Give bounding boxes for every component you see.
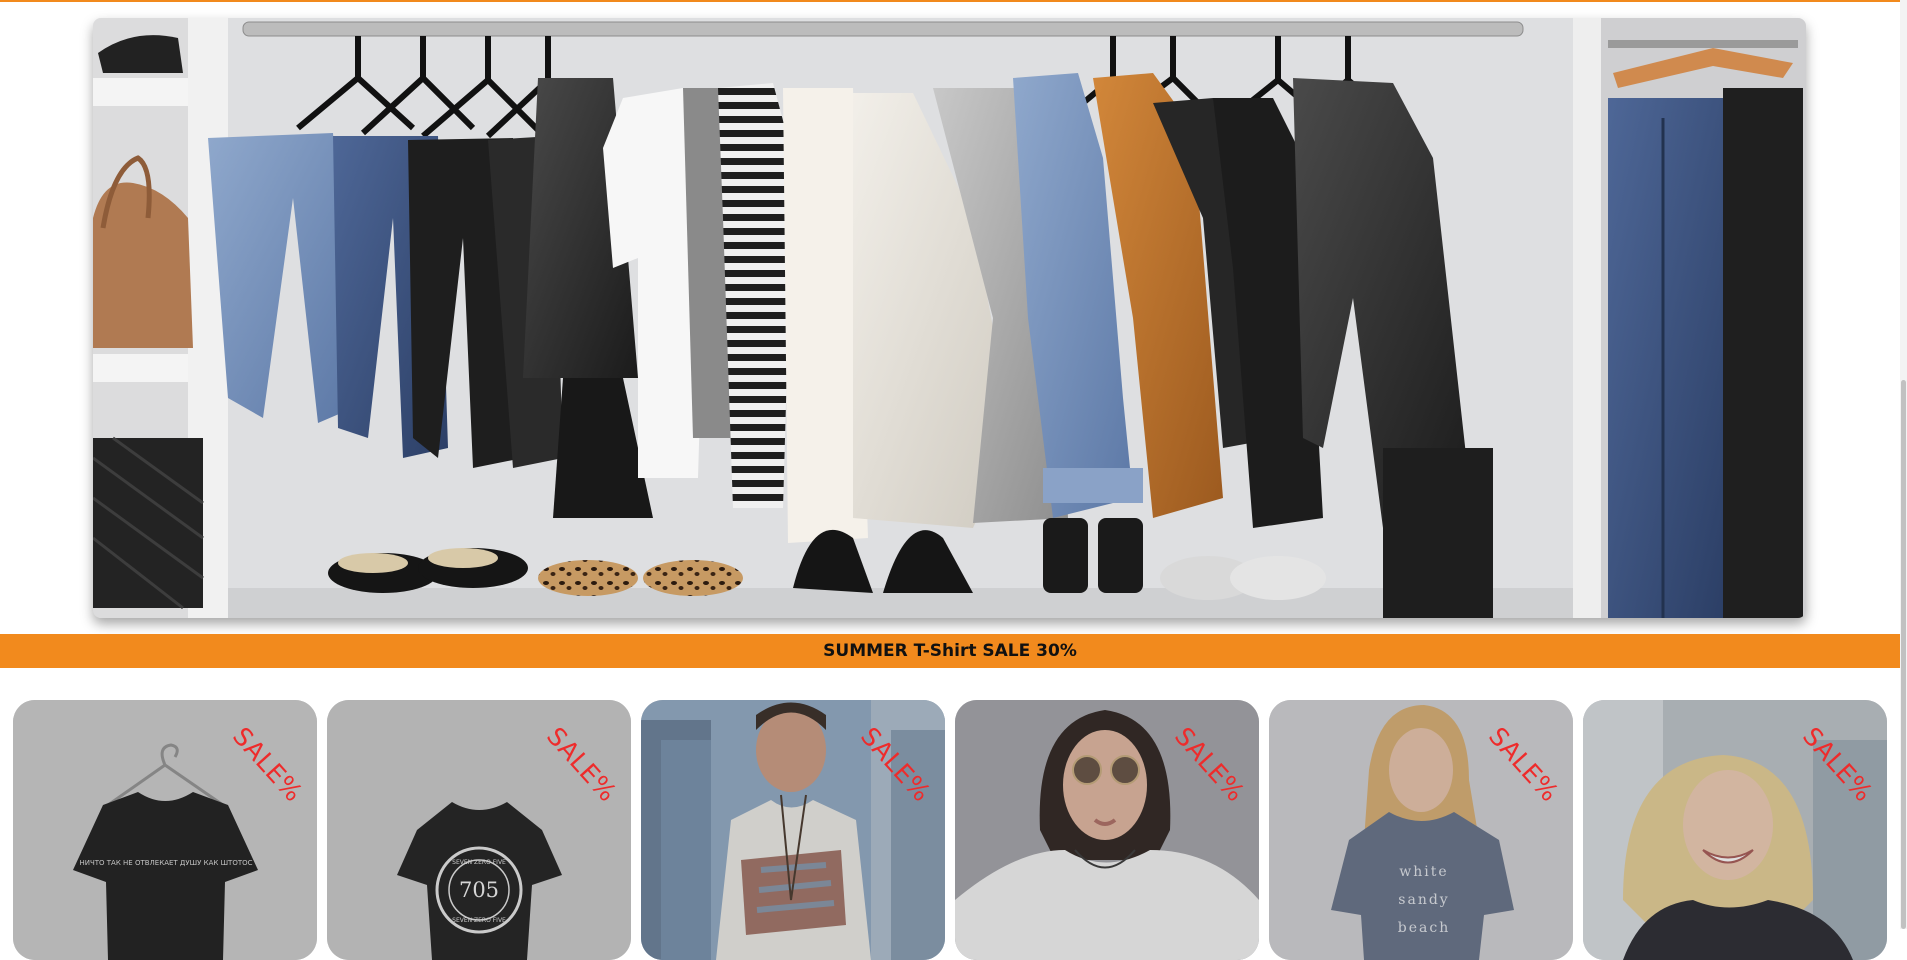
top-accent-line <box>0 0 1907 2</box>
product-card-smiling-woman-tshirt[interactable]: SALE% <box>1583 700 1887 960</box>
product-card-woman-white-tshirt[interactable]: SALE% <box>955 700 1259 960</box>
product-card-705-tshirt[interactable]: 705 SEVEN ZERO FIVE SEVEN ZERO FIVE SALE… <box>327 700 631 960</box>
sale-banner-text: SUMMER T-Shirt SALE 30% <box>823 641 1077 661</box>
page-scrollbar[interactable] <box>1900 0 1907 929</box>
product-card-row: НИЧТО ТАК НЕ ОТВЛЕКАЕТ ДУШУ КАК ШТОТОС S… <box>13 700 1893 960</box>
product-card-black-tshirt-hanger[interactable]: НИЧТО ТАК НЕ ОТВЛЕКАЕТ ДУШУ КАК ШТОТОС S… <box>13 700 317 960</box>
scrollbar-thumb[interactable] <box>1901 380 1906 929</box>
product-card-woman-gray-tshirt[interactable]: white sandy beach SALE% <box>1269 700 1573 960</box>
product-card-man-flag-tshirt[interactable]: SALE% <box>641 700 945 960</box>
hero-banner-image[interactable] <box>93 18 1806 618</box>
summer-sale-banner[interactable]: SUMMER T-Shirt SALE 30% <box>0 634 1900 668</box>
wardrobe-illustration <box>93 18 1806 618</box>
